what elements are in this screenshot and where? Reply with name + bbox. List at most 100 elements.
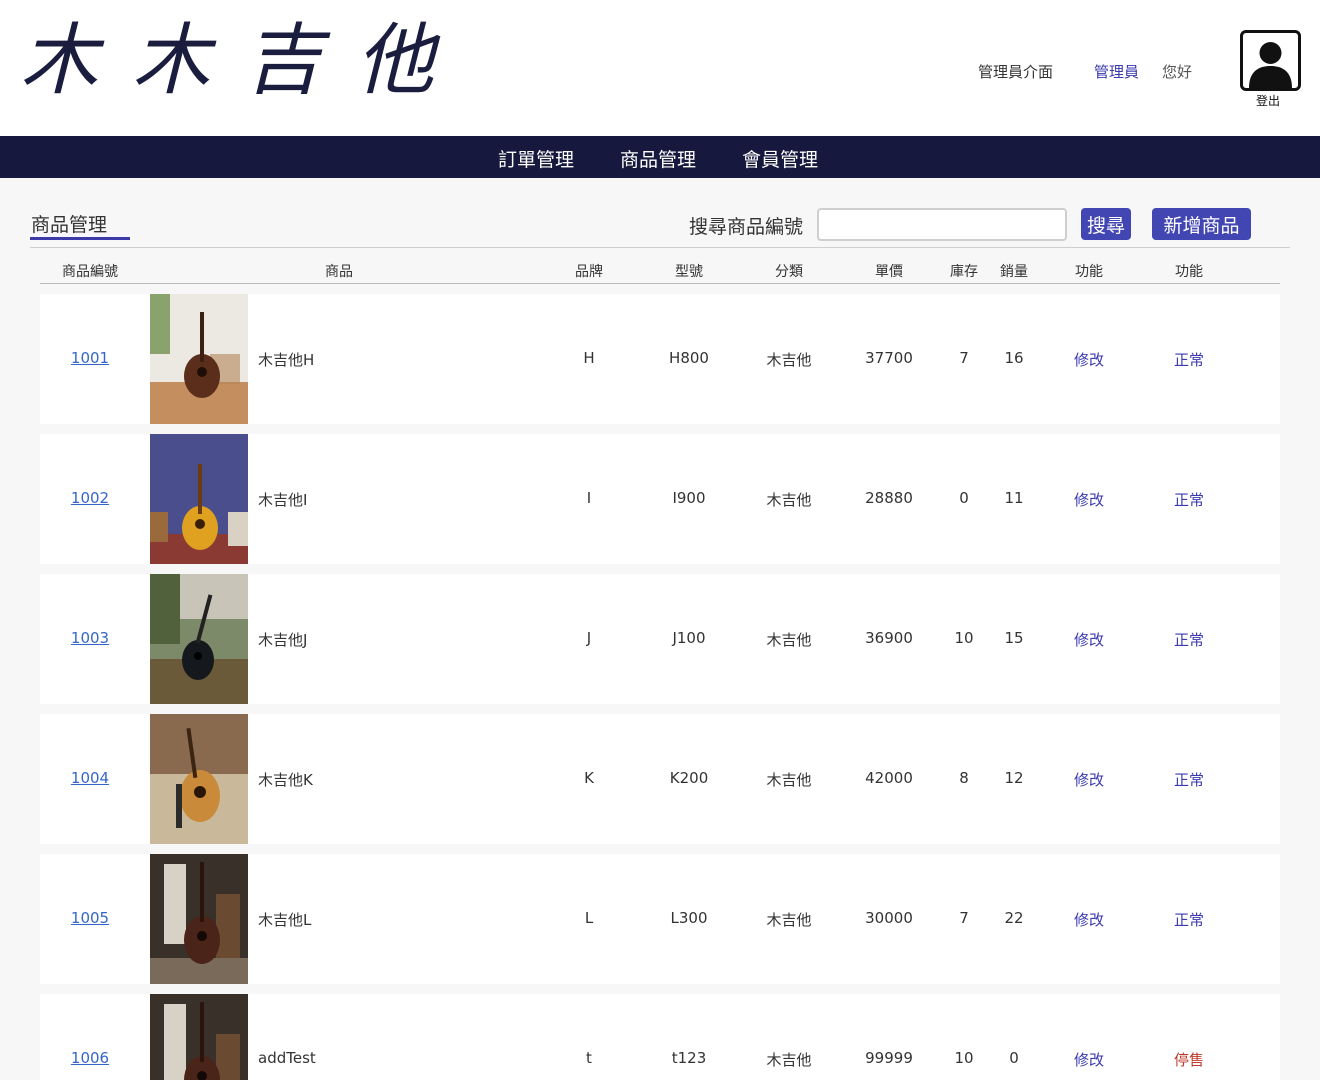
product-id-link[interactable]: 1004 <box>71 769 109 787</box>
edit-link[interactable]: 修改 <box>1074 349 1104 370</box>
table-row: 1003 木吉他J J J100 木吉他 36900 10 15 修改 正常 <box>40 574 1280 704</box>
column-header-brand: 品牌 <box>575 264 603 280</box>
product-id-link[interactable]: 1005 <box>71 909 109 927</box>
product-brand: H <box>583 349 595 367</box>
product-model: H800 <box>669 349 709 367</box>
product-stock: 7 <box>959 349 969 367</box>
product-category: 木吉他 <box>766 491 812 509</box>
product-category: 木吉他 <box>766 911 812 929</box>
product-stock: 10 <box>954 629 974 647</box>
product-sales: 15 <box>1004 629 1024 647</box>
product-price: 37700 <box>865 349 913 367</box>
product-brand: t <box>586 1049 592 1067</box>
edit-link[interactable]: 修改 <box>1074 909 1104 930</box>
product-image <box>150 714 248 844</box>
product-image <box>150 854 248 984</box>
logout-link[interactable]: 登出 <box>1256 92 1280 109</box>
page-title-underline <box>30 237 130 240</box>
edit-link[interactable]: 修改 <box>1074 769 1104 790</box>
product-name: 木吉他L <box>258 911 312 929</box>
edit-link[interactable]: 修改 <box>1074 1049 1104 1070</box>
divider <box>30 247 1290 248</box>
product-stock: 0 <box>959 489 969 507</box>
table-row: 1004 木吉他K K K200 木吉他 42000 8 12 修改 正常 <box>40 714 1280 844</box>
status-toggle[interactable]: 停售 <box>1174 1049 1204 1070</box>
product-id-link[interactable]: 1002 <box>71 489 109 507</box>
product-stock: 10 <box>954 1049 974 1067</box>
product-sales: 11 <box>1004 489 1024 507</box>
header: 木木吉他 管理員介面 管理員 您好 登出 <box>0 0 1320 136</box>
product-sales: 16 <box>1004 349 1024 367</box>
product-name: 木吉他J <box>258 631 308 649</box>
product-image <box>150 294 248 424</box>
product-category: 木吉他 <box>766 1051 812 1069</box>
product-brand: J <box>586 629 592 647</box>
status-toggle[interactable]: 正常 <box>1174 769 1204 790</box>
product-name: addTest <box>258 1049 316 1067</box>
column-header-action: 功能 <box>1075 264 1103 280</box>
column-header-status: 功能 <box>1175 264 1203 280</box>
column-header-sales: 銷量 <box>1000 264 1028 280</box>
product-id-link[interactable]: 1001 <box>71 349 109 367</box>
column-header-product: 商品 <box>325 264 353 280</box>
product-name: 木吉他H <box>258 351 315 369</box>
product-id-link[interactable]: 1003 <box>71 629 109 647</box>
nav-orders[interactable]: 訂單管理 <box>498 145 574 172</box>
product-model: L300 <box>670 909 708 927</box>
product-brand: I <box>586 489 592 507</box>
product-stock: 7 <box>959 909 969 927</box>
product-model: t123 <box>671 1049 707 1067</box>
product-brand: L <box>584 909 594 927</box>
product-price: 99999 <box>865 1049 913 1067</box>
edit-link[interactable]: 修改 <box>1074 629 1104 650</box>
product-image <box>150 574 248 704</box>
table-row: 1006 addTest t t123 木吉他 99999 10 0 修改 停售 <box>40 994 1280 1080</box>
product-brand: K <box>584 769 594 787</box>
product-category: 木吉他 <box>766 771 812 789</box>
greeting-text: 您好 <box>1162 63 1193 81</box>
column-header-category: 分類 <box>775 264 803 280</box>
column-header-price: 單價 <box>875 264 903 280</box>
product-sales: 12 <box>1004 769 1024 787</box>
divider <box>40 283 1280 284</box>
product-name: 木吉他I <box>258 491 308 509</box>
product-image <box>150 434 248 564</box>
product-model: K200 <box>669 769 709 787</box>
search-button[interactable]: 搜尋 <box>1081 208 1131 240</box>
user-avatar-icon[interactable] <box>1240 30 1301 91</box>
search-label: 搜尋商品編號 <box>689 216 804 238</box>
site-logo[interactable]: 木木吉他 <box>20 22 468 100</box>
search-input[interactable] <box>817 208 1067 241</box>
product-price: 28880 <box>865 489 913 507</box>
status-toggle[interactable]: 正常 <box>1174 629 1204 650</box>
product-sales: 22 <box>1004 909 1024 927</box>
page-title: 商品管理 <box>31 214 108 236</box>
status-toggle[interactable]: 正常 <box>1174 909 1204 930</box>
product-image <box>150 994 248 1080</box>
product-category: 木吉他 <box>766 351 812 369</box>
admin-interface-link[interactable]: 管理員介面 <box>978 61 1053 82</box>
add-product-button[interactable]: 新增商品 <box>1152 208 1251 240</box>
nav-products[interactable]: 商品管理 <box>620 145 696 172</box>
column-header-model: 型號 <box>675 264 703 280</box>
product-model: J100 <box>672 629 706 647</box>
product-id-link[interactable]: 1006 <box>71 1049 109 1067</box>
product-category: 木吉他 <box>766 631 812 649</box>
column-header-id: 商品編號 <box>62 264 118 280</box>
product-stock: 8 <box>959 769 969 787</box>
product-price: 42000 <box>865 769 913 787</box>
table-row: 1005 木吉他L L L300 木吉他 30000 7 22 修改 正常 <box>40 854 1280 984</box>
edit-link[interactable]: 修改 <box>1074 489 1104 510</box>
product-model: I900 <box>672 489 706 507</box>
product-name: 木吉他K <box>258 771 313 789</box>
nav-members[interactable]: 會員管理 <box>742 145 818 172</box>
status-toggle[interactable]: 正常 <box>1174 349 1204 370</box>
main-nav: 訂單管理 商品管理 會員管理 <box>0 136 1320 178</box>
column-header-stock: 庫存 <box>950 264 978 280</box>
product-sales: 0 <box>1009 1049 1019 1067</box>
status-toggle[interactable]: 正常 <box>1174 489 1204 510</box>
product-price: 30000 <box>865 909 913 927</box>
table-row: 1002 木吉他I I I900 木吉他 28880 0 11 修改 正常 <box>40 434 1280 564</box>
admin-username[interactable]: 管理員 <box>1094 61 1139 82</box>
table-row: 1001 木吉他H H H800 木吉他 37700 7 16 修改 正常 <box>40 294 1280 424</box>
